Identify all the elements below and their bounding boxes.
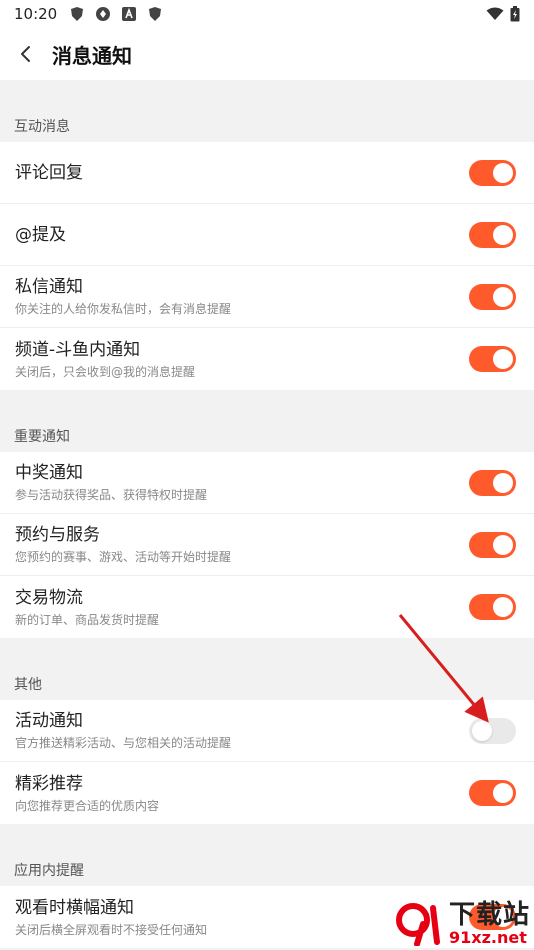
section-header-other: 其他	[0, 638, 534, 700]
status-bar: 10:20	[0, 0, 534, 28]
activity-toggle[interactable]	[469, 717, 516, 744]
setting-subtitle: 你关注的人给你发私信时，会有消息提醒	[15, 302, 232, 316]
chevron-left-icon	[21, 46, 30, 62]
toggle-knob	[493, 162, 513, 183]
section-in-app: 观看时横幅通知 关闭后横全屏观看时不接受任何通知	[0, 886, 534, 948]
setting-subtitle: 关闭后横全屏观看时不接受任何通知	[15, 922, 208, 937]
battery-icon	[510, 6, 520, 22]
setting-title: @提及	[15, 224, 66, 245]
toggle-knob	[493, 783, 513, 803]
setting-title: 精彩推荐	[15, 773, 83, 794]
section-header-in-app: 应用内提醒	[0, 824, 534, 886]
notification-icons	[69, 6, 163, 22]
section-interaction: 评论回复 @提及 私信通知 你关注的人给你发私信时，会有消息提醒 频道-斗鱼内通…	[0, 142, 534, 390]
setting-row-banner: 观看时横幅通知 关闭后横全屏观看时不接受任何通知	[0, 886, 534, 948]
setting-subtitle: 向您推荐更合适的优质内容	[15, 798, 160, 813]
toggle-knob	[493, 597, 513, 617]
section-header-important: 重要通知	[0, 390, 534, 452]
setting-row-recommend: 精彩推荐 向您推荐更合适的优质内容	[0, 762, 534, 824]
setting-row-comment-reply: 评论回复	[0, 142, 534, 204]
setting-row-logistics: 交易物流 新的订单、商品发货时提醒	[0, 576, 534, 638]
setting-subtitle: 参与活动获得奖品、获得特权时提醒	[15, 488, 208, 502]
mention-toggle[interactable]	[469, 221, 516, 248]
page-title: 消息通知	[52, 43, 132, 68]
setting-title: 预约与服务	[15, 525, 100, 545]
page-header: 消息通知	[0, 28, 534, 80]
top-spacer	[0, 80, 534, 110]
setting-row-activity: 活动通知 官方推送精彩活动、与您相关的活动提醒	[0, 700, 534, 762]
recommend-toggle[interactable]	[469, 780, 516, 806]
setting-row-prize: 中奖通知 参与活动获得奖品、获得特权时提醒	[0, 452, 534, 514]
section-other: 活动通知 官方推送精彩活动、与您相关的活动提醒 精彩推荐 向您推荐更合适的优质内…	[0, 700, 534, 824]
status-time: 10:20	[14, 5, 58, 23]
a-letter-icon	[122, 7, 137, 21]
toggle-knob	[493, 349, 513, 369]
setting-subtitle: 您预约的赛事、游戏、活动等开始时提醒	[15, 550, 232, 564]
setting-title: 观看时横幅通知	[15, 897, 134, 918]
reservation-toggle[interactable]	[469, 531, 516, 558]
toggle-knob	[472, 720, 492, 741]
prize-toggle[interactable]	[469, 469, 516, 496]
setting-row-reservation: 预约与服务 您预约的赛事、游戏、活动等开始时提醒	[0, 514, 534, 576]
setting-title: 评论回复	[15, 162, 83, 183]
toggle-knob	[493, 224, 513, 245]
wifi-icon	[486, 7, 504, 20]
toggle-knob	[493, 472, 513, 493]
app-notification-icon-2	[149, 7, 162, 21]
setting-subtitle: 关闭后，只会收到@我的消息提醒	[15, 364, 196, 379]
setting-title: 私信通知	[15, 277, 83, 297]
toggle-knob	[493, 907, 513, 927]
setting-title: 活动通知	[15, 711, 83, 731]
comment-reply-toggle[interactable]	[469, 159, 516, 186]
setting-title: 频道-斗鱼内通知	[15, 339, 141, 360]
system-status	[486, 6, 520, 22]
app-notification-icon	[71, 7, 84, 21]
setting-subtitle: 新的订单、商品发货时提醒	[15, 612, 160, 627]
section-header-interaction: 互动消息	[0, 110, 534, 142]
banner-toggle[interactable]	[469, 904, 516, 930]
back-button[interactable]	[14, 42, 38, 66]
setting-title: 交易物流	[15, 587, 83, 608]
toggle-knob	[493, 286, 513, 307]
setting-title: 中奖通知	[15, 463, 83, 483]
setting-row-mention: @提及	[0, 204, 534, 266]
toggle-knob	[493, 534, 513, 555]
logistics-toggle[interactable]	[469, 594, 516, 620]
setting-subtitle: 官方推送精彩活动、与您相关的活动提醒	[15, 736, 232, 750]
section-important: 中奖通知 参与活动获得奖品、获得特权时提醒 预约与服务 您预约的赛事、游戏、活动…	[0, 452, 534, 638]
setting-row-channel: 频道-斗鱼内通知 关闭后，只会收到@我的消息提醒	[0, 328, 534, 390]
setting-row-private-message: 私信通知 你关注的人给你发私信时，会有消息提醒	[0, 266, 534, 328]
private-message-toggle[interactable]	[469, 283, 516, 310]
channel-toggle[interactable]	[469, 346, 516, 372]
sync-icon	[96, 7, 111, 21]
